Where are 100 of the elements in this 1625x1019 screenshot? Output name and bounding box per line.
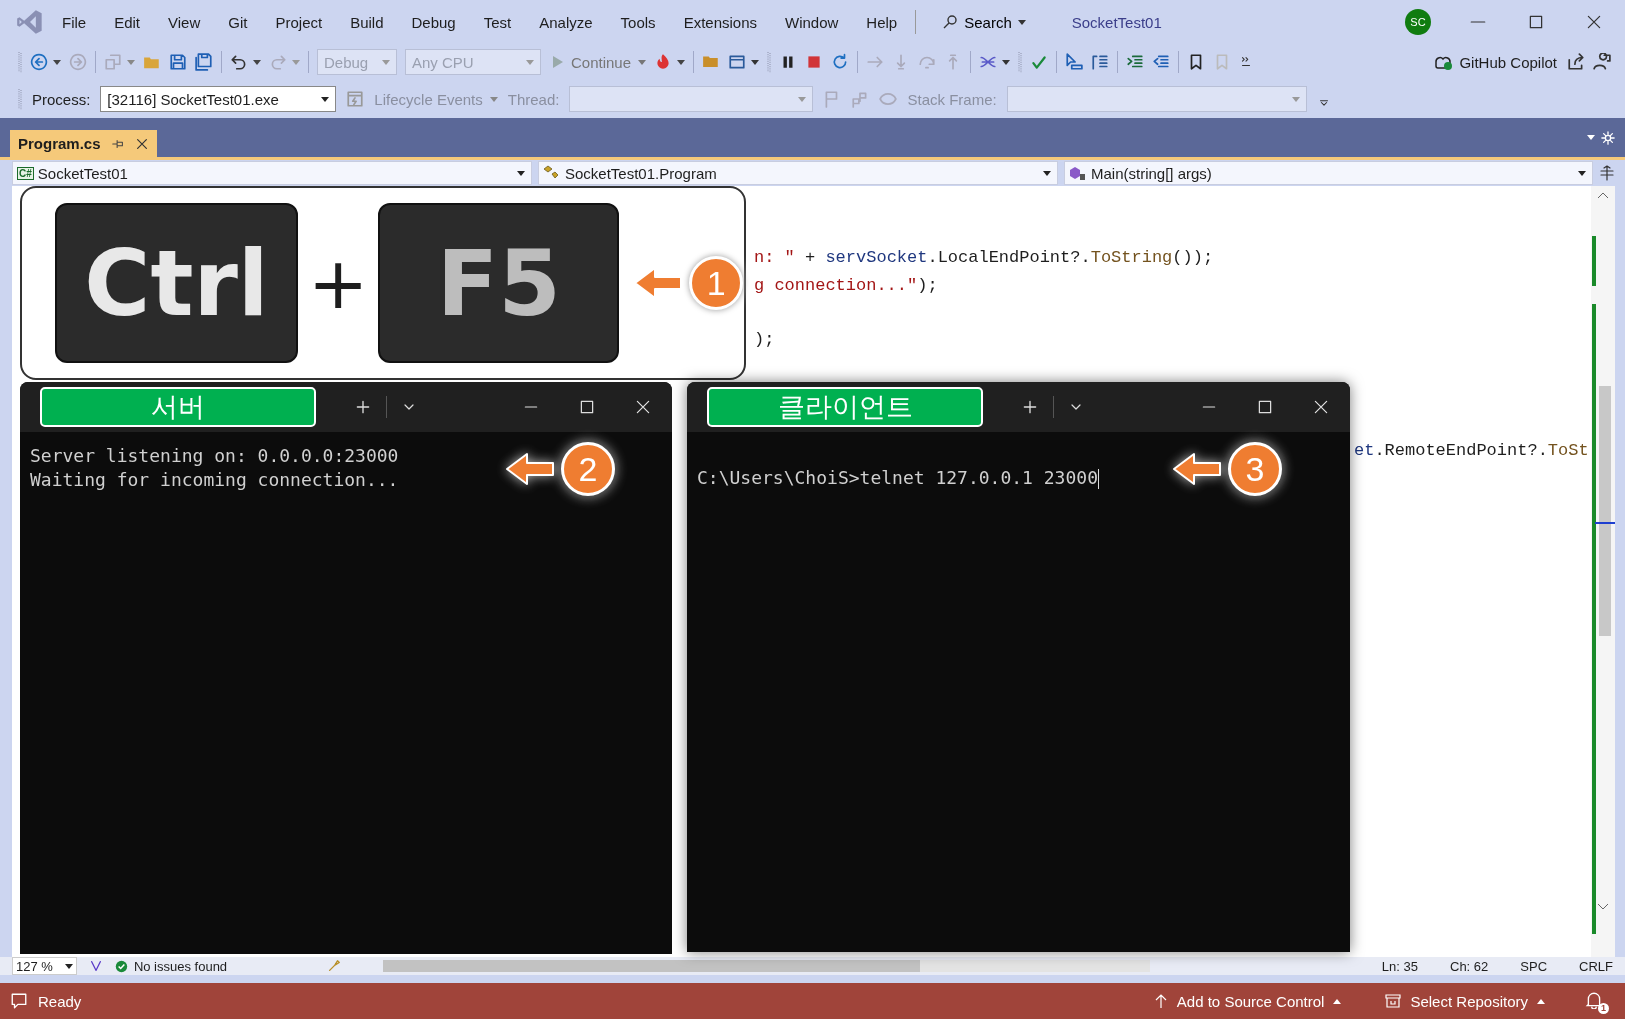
bell-icon [1585,990,1603,1009]
caret-icon[interactable] [1587,135,1595,140]
line-number[interactable]: Ln: 35 [1381,958,1418,974]
plus-icon[interactable] [354,398,372,416]
step-number: 2 [561,442,615,496]
stack-frame-label: Stack Frame: [907,90,997,108]
list-arrow-icon[interactable] [1091,53,1110,71]
process-label: Process: [32,90,91,108]
terminal-line: Server listening on: 0.0.0.0:23000 [30,445,399,466]
menu-item[interactable]: Test [483,13,512,31]
menu-item[interactable]: Window [785,13,839,31]
back-icon[interactable] [30,53,48,71]
spellcheck-icon[interactable] [1030,53,1049,71]
avatar[interactable]: SC [1405,9,1431,35]
terminal-line: C:\Users\ChoiS>telnet 127.0.0.1 23000 [697,467,1099,488]
maximize-icon[interactable] [1256,398,1274,416]
caret-icon[interactable] [751,59,760,65]
issues-text[interactable]: No issues found [133,958,228,974]
repository-icon [1385,993,1402,1009]
save-icon[interactable] [169,53,187,71]
code-text: n: " + servSocket.LocalEndPoint?.ToString()); [754,248,1214,267]
caret-icon [321,96,330,102]
split-icon[interactable] [1599,165,1615,181]
play-icon [551,54,565,70]
close-icon[interactable] [1312,398,1330,416]
member-dropdown[interactable]: Main(string[] args) [1064,161,1593,185]
keycap: Ctrl [55,203,298,363]
thread-label: Thread: [507,90,560,108]
check-icon [114,959,128,973]
window-icon[interactable] [728,53,747,71]
menu-item[interactable]: Debug [411,13,456,31]
arrow-icon [1172,452,1222,486]
repository-button[interactable]: Select Repository [1379,991,1551,1011]
close-icon[interactable] [634,398,652,416]
cursor-icon[interactable] [1065,53,1084,71]
menu-item[interactable]: Project [275,13,323,31]
menu-item[interactable]: Build [350,13,384,31]
close-icon[interactable] [1585,13,1603,31]
notifications-button[interactable]: 1 [1583,988,1609,1014]
vertical-scrollbar[interactable] [1591,186,1615,957]
horizontal-scrollbar[interactable] [382,960,1150,972]
caret-icon [64,963,73,969]
menu-item[interactable]: File [62,13,87,31]
code-text: et.RemoteEndPoint?.ToSt [1354,440,1589,460]
caret-icon[interactable] [1002,59,1011,65]
comment-icon[interactable] [10,992,28,1010]
window-title: SocketTest01 [1071,13,1162,31]
zoom-dropdown[interactable]: 127 % [12,957,77,975]
grip-icon [1018,51,1023,73]
plus-sign: + [308,247,369,319]
menu-item[interactable]: Tools [620,13,656,31]
caret-icon [526,59,534,65]
process-dropdown[interactable]: [32116] SocketTest01.exe [100,86,337,112]
caret-icon [1291,96,1300,102]
search-icon [942,14,959,30]
close-icon[interactable] [134,136,149,151]
settings-icon[interactable] [1601,130,1615,145]
code-text: g connection..."); [754,275,938,295]
share-icon[interactable] [1567,53,1585,71]
intellicode-icon[interactable] [88,959,103,973]
menu-item[interactable]: Git [228,13,248,31]
terminal-line: Waiting for incoming connection... [30,469,399,490]
line-ending[interactable]: CRLF [1579,958,1613,974]
search-button[interactable]: Search [934,9,1034,35]
caret-icon [382,59,390,65]
keycap: F5 [378,203,620,363]
caret-icon[interactable] [53,59,61,65]
plus-icon[interactable] [1021,398,1039,416]
maximize-icon[interactable] [578,398,596,416]
menu-item[interactable]: Help [866,13,898,31]
feedback-icon[interactable] [1593,53,1611,71]
copilot-button[interactable]: GitHub Copilot [1431,51,1559,73]
caret-icon [1333,998,1342,1004]
caret-icon [1578,170,1586,176]
menu-item[interactable]: View [168,13,201,31]
caret-icon [1017,19,1026,25]
menu-item[interactable]: Edit [114,13,141,31]
arrow-icon [505,452,555,486]
method-icon [1069,165,1087,181]
menu-item[interactable]: Extensions [683,13,757,31]
status-text: Ready [38,992,82,1010]
caret-icon[interactable] [677,59,686,65]
project-dropdown[interactable]: C# SocketTest01 [12,161,532,185]
type-dropdown[interactable]: SocketTest01.Program [538,161,1058,185]
brush-icon[interactable] [326,959,341,973]
caret-icon [517,170,525,176]
maximize-icon[interactable] [1527,13,1545,31]
column-number[interactable]: Ch: 62 [1450,958,1489,974]
arrow-up-icon [1153,993,1168,1009]
notification-badge: 1 [1598,1002,1609,1014]
source-control-button[interactable]: Add to Source Control [1147,991,1348,1011]
grip-icon [767,51,772,73]
caret-icon[interactable] [253,59,261,65]
undo-icon[interactable] [230,53,248,71]
step-number: 3 [1228,442,1282,496]
caret-icon [1043,170,1051,176]
menu-item[interactable]: Analyze [539,13,593,31]
whitespace-mode[interactable]: SPC [1520,958,1548,974]
document-tab[interactable]: Program.cs [10,130,157,157]
save-all-icon[interactable] [195,53,213,71]
